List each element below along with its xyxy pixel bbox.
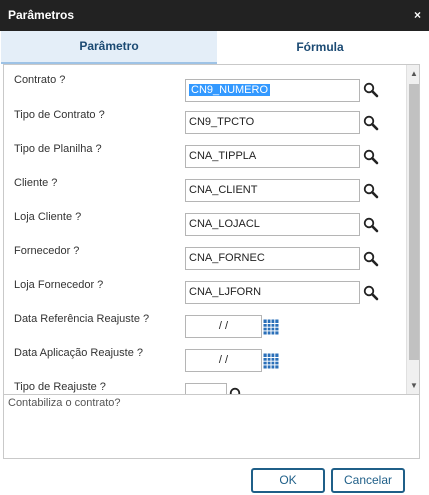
contrato-input[interactable]: CN9_NUMERO bbox=[185, 79, 360, 102]
tipo-planilha-label: Tipo de Planilha ? bbox=[14, 143, 102, 155]
fornecedor-label: Fornecedor ? bbox=[14, 245, 80, 257]
calendar-icon[interactable] bbox=[263, 319, 279, 335]
search-icon[interactable] bbox=[229, 387, 245, 394]
data-aplicacao-input[interactable]: / / bbox=[185, 349, 262, 372]
help-text: Contabiliza o contrato? bbox=[8, 397, 121, 409]
tipo-planilha-input[interactable]: CNA_TIPPLA bbox=[185, 145, 360, 168]
fornecedor-input[interactable]: CNA_FORNEC bbox=[185, 247, 360, 270]
scroll-up-arrow-icon[interactable]: ▲ bbox=[407, 67, 419, 81]
data-aplicacao-label: Data Aplicação Reajuste ? bbox=[14, 347, 144, 359]
scroll-thumb[interactable] bbox=[409, 84, 419, 360]
tab-formula[interactable]: Fórmula bbox=[218, 31, 422, 64]
vertical-scrollbar[interactable]: ▲ ▼ bbox=[406, 65, 419, 394]
calendar-icon[interactable] bbox=[263, 353, 279, 369]
search-icon[interactable] bbox=[363, 183, 379, 199]
loja-cliente-label: Loja Cliente ? bbox=[14, 211, 82, 223]
contrato-label: Contrato ? bbox=[14, 74, 66, 86]
tipo-contrato-label: Tipo de Contrato ? bbox=[14, 109, 105, 121]
parameters-form: Contrato ? CN9_NUMERO Tipo de Contrato ?… bbox=[3, 64, 420, 394]
cancel-button[interactable]: Cancelar bbox=[331, 468, 405, 493]
close-icon[interactable]: × bbox=[414, 8, 421, 22]
scroll-down-arrow-icon[interactable]: ▼ bbox=[407, 379, 419, 393]
search-icon[interactable] bbox=[363, 82, 379, 98]
search-icon[interactable] bbox=[363, 149, 379, 165]
cliente-label: Cliente ? bbox=[14, 177, 58, 189]
tipo-reajuste-label: Tipo de Reajuste ? bbox=[14, 381, 106, 393]
cliente-input[interactable]: CNA_CLIENT bbox=[185, 179, 360, 202]
tab-bar: Parâmetro Fórmula bbox=[0, 31, 429, 64]
contrato-value: CN9_NUMERO bbox=[189, 84, 271, 96]
data-referencia-label: Data Referência Reajuste ? bbox=[14, 313, 150, 325]
tipo-contrato-input[interactable]: CN9_TPCTO bbox=[185, 111, 360, 134]
search-icon[interactable] bbox=[363, 251, 379, 267]
dialog-footer: OK Cancelar bbox=[0, 459, 429, 495]
window-title: Parâmetros bbox=[8, 8, 75, 22]
tipo-reajuste-input[interactable] bbox=[185, 383, 227, 394]
search-icon[interactable] bbox=[363, 285, 379, 301]
title-bar: Parâmetros × bbox=[0, 0, 429, 31]
search-icon[interactable] bbox=[363, 115, 379, 131]
search-icon[interactable] bbox=[363, 217, 379, 233]
ok-button[interactable]: OK bbox=[251, 468, 325, 493]
help-panel: Contabiliza o contrato? bbox=[3, 394, 420, 459]
loja-fornecedor-input[interactable]: CNA_LJFORN bbox=[185, 281, 360, 304]
tab-parametro[interactable]: Parâmetro bbox=[1, 31, 217, 64]
data-referencia-input[interactable]: / / bbox=[185, 315, 262, 338]
loja-cliente-input[interactable]: CNA_LOJACL bbox=[185, 213, 360, 236]
loja-fornecedor-label: Loja Fornecedor ? bbox=[14, 279, 104, 291]
